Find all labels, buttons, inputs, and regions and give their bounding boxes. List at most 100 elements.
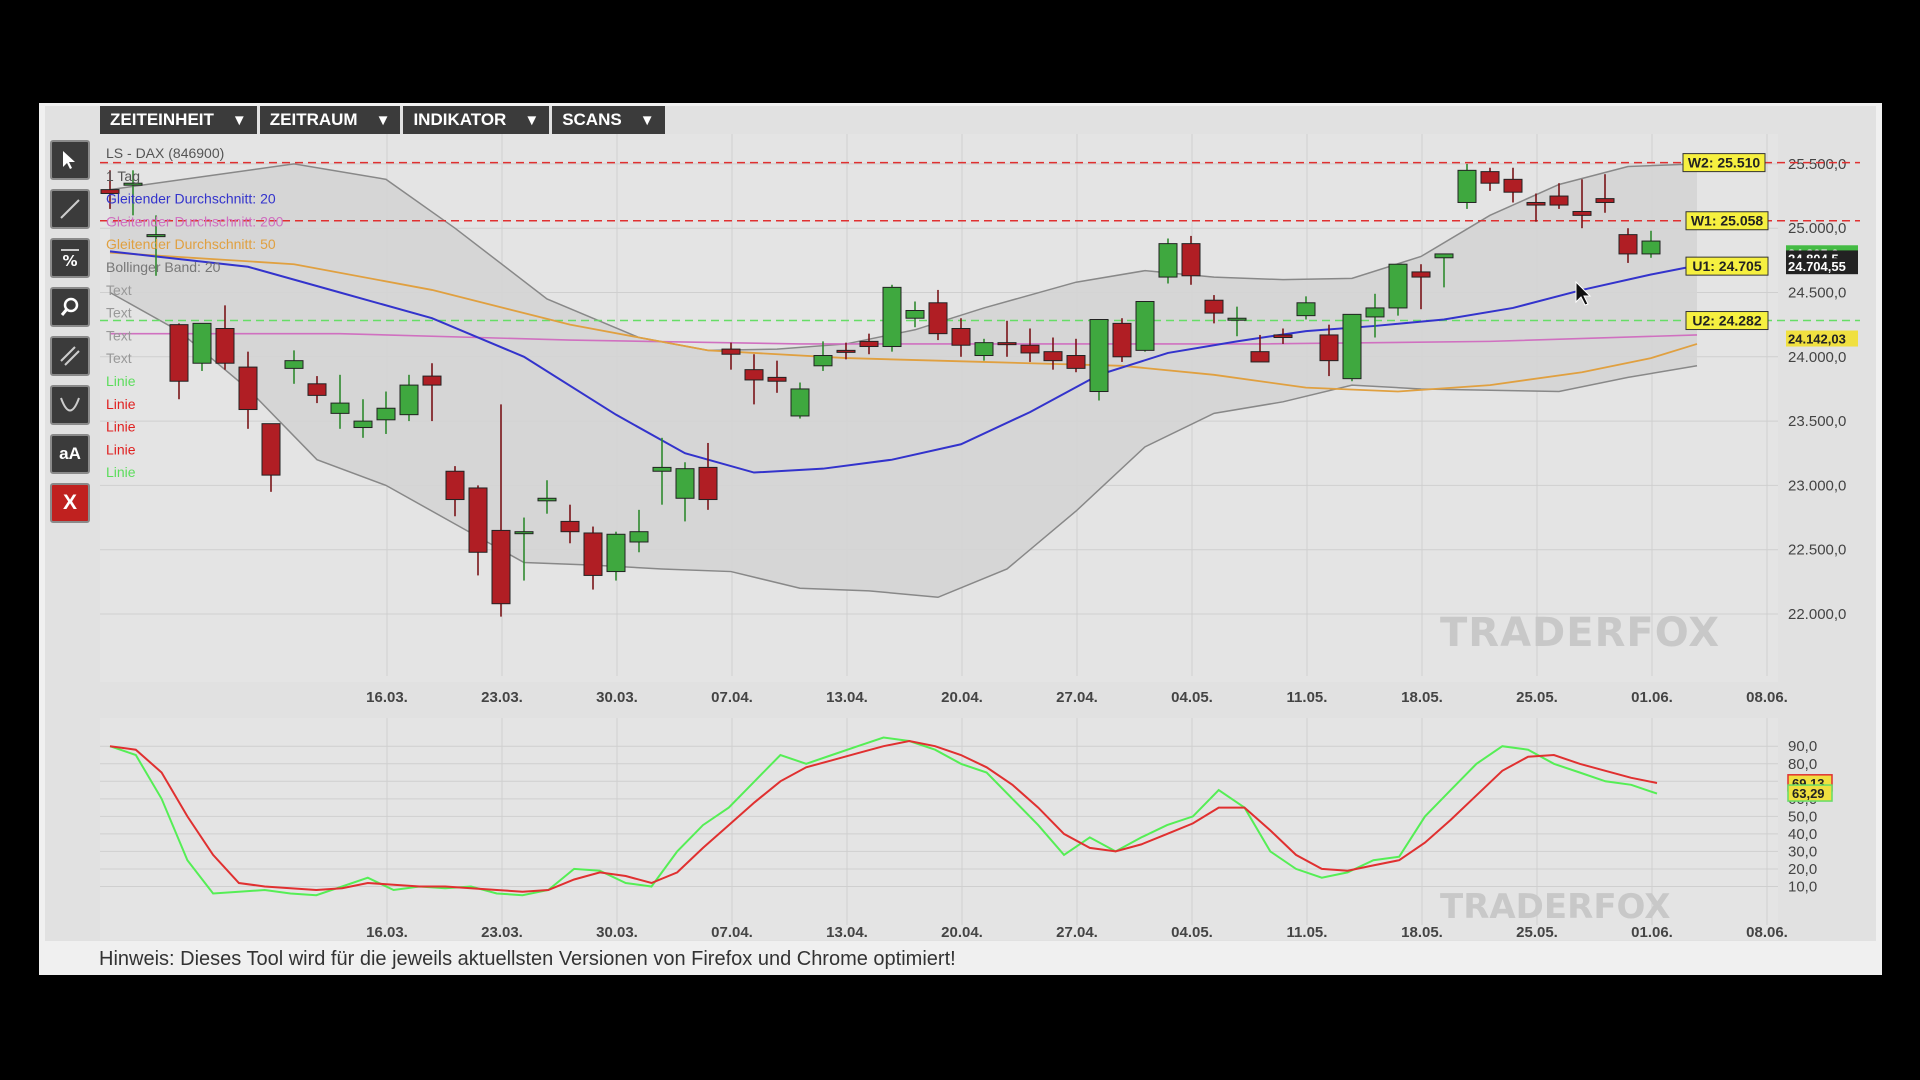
candle-body (836, 349, 856, 353)
candle-body (951, 328, 971, 346)
level-label: W1: 25.058 (1691, 213, 1764, 229)
x-tick-label: 11.05. (1287, 689, 1328, 706)
x-tick-label: 07.04. (711, 689, 753, 706)
candle-body (882, 286, 902, 348)
candle-body (652, 466, 672, 472)
candle (1135, 301, 1155, 352)
candle-body (1181, 243, 1201, 277)
candle-body (1089, 319, 1109, 393)
candle-body (1572, 210, 1592, 216)
x-tick-label: 23.03. (481, 689, 523, 706)
candle-body (1020, 344, 1040, 354)
candle-body (1204, 299, 1224, 314)
candle-body (583, 532, 603, 576)
traderfox-watermark: TRADERFOX (1440, 610, 1720, 656)
candle-body (468, 487, 488, 553)
y-tick-label: 24.000,0 (1788, 349, 1846, 366)
candle-body (330, 402, 350, 414)
y-tick-label: 23.000,0 (1788, 477, 1846, 494)
candle-body (1066, 355, 1086, 369)
candle-body (721, 348, 741, 355)
candle-body (1457, 169, 1477, 203)
candle-body (1526, 201, 1546, 206)
legend-item: Text (106, 350, 132, 366)
legend-item: Bollinger Band: 20 (106, 259, 221, 275)
x-tick-label: 13.04. (826, 689, 868, 706)
candle-body (1595, 198, 1615, 203)
y-tick-label: 24.500,0 (1788, 285, 1846, 302)
candle-body (169, 324, 189, 382)
candle-body (813, 355, 833, 367)
legend-item: Text (106, 327, 132, 343)
candle (882, 284, 902, 352)
candle-body (767, 376, 787, 382)
legend-item: Gleitender Durchschnitt: 50 (106, 236, 276, 252)
candle-body (928, 302, 948, 335)
x-tick-label: 08.06. (1746, 689, 1788, 706)
candle-body (1250, 351, 1270, 363)
candle-body (1434, 253, 1454, 259)
candle-body (974, 342, 994, 357)
level-label: W2: 25.510 (1688, 155, 1761, 171)
legend-item: Linie (106, 419, 136, 435)
candle-body (422, 375, 442, 386)
candle-body (1365, 307, 1385, 318)
candle-body (1641, 240, 1661, 255)
candle (1158, 238, 1178, 284)
candle-body (1549, 195, 1569, 206)
candle-body (1319, 334, 1339, 362)
x-tick-label: 04.05. (1171, 689, 1213, 706)
candle-body (675, 468, 695, 499)
candle-body (1135, 301, 1155, 351)
candle (1112, 318, 1132, 362)
candle-body (1411, 271, 1431, 278)
candle-body (1273, 334, 1293, 339)
legend-item: Text (106, 282, 132, 298)
candle-body (606, 533, 626, 573)
candle (1388, 263, 1408, 316)
candle-body (629, 531, 649, 543)
price-chart[interactable]: 16.03. 23.03. 30.03. 07.04. 13.04. 20.04. 27.0… (0, 0, 1920, 720)
candle-body (514, 531, 534, 535)
candle-body (238, 366, 258, 411)
candle-body (1296, 302, 1316, 317)
x-tick-label: 20.04. (941, 689, 983, 706)
legend-item: Linie (106, 396, 136, 412)
price-tag: 24.704,55 (1788, 259, 1846, 274)
candle-body (1503, 178, 1523, 193)
candle-body (215, 328, 235, 364)
candle-body (1618, 234, 1638, 255)
y-tick-label: 25.000,0 (1788, 220, 1846, 237)
candle-body (445, 470, 465, 501)
level-label: U1: 24.705 (1692, 258, 1761, 274)
candle-body (1388, 263, 1408, 309)
candle-body (1112, 322, 1132, 358)
browser-hint: Hinweis: Dieses Tool wird für die jeweil… (99, 948, 956, 970)
candle (1089, 319, 1109, 401)
candle-body (1227, 317, 1247, 321)
y-tick-label: 25.500,0 (1788, 156, 1846, 173)
candle-body (859, 340, 879, 348)
x-tick-label: 18.05. (1401, 689, 1443, 706)
candle-body (491, 529, 511, 605)
candle-body (537, 497, 557, 502)
legend-item: Linie (106, 373, 136, 389)
legend-item: Gleitender Durchschnitt: 200 (106, 213, 284, 229)
legend-item: Linie (106, 464, 136, 480)
candle (1457, 163, 1477, 209)
candle-body (376, 407, 396, 421)
candle (1342, 313, 1362, 382)
legend-item: 1 Tag (106, 168, 140, 184)
candle-body (399, 384, 419, 416)
x-tick-label: 25.05. (1516, 689, 1558, 706)
x-tick-label: 16.03. (366, 689, 408, 706)
candle-body (1342, 313, 1362, 380)
level-label: U2: 24.282 (1692, 313, 1761, 329)
candle-body (284, 360, 304, 369)
candle-body (307, 383, 327, 396)
candle-body (353, 420, 373, 429)
candle-body (192, 322, 212, 364)
x-tick-label: 01.06. (1631, 689, 1673, 706)
candle-body (1480, 171, 1500, 184)
y-tick-label: 23.500,0 (1788, 413, 1846, 430)
